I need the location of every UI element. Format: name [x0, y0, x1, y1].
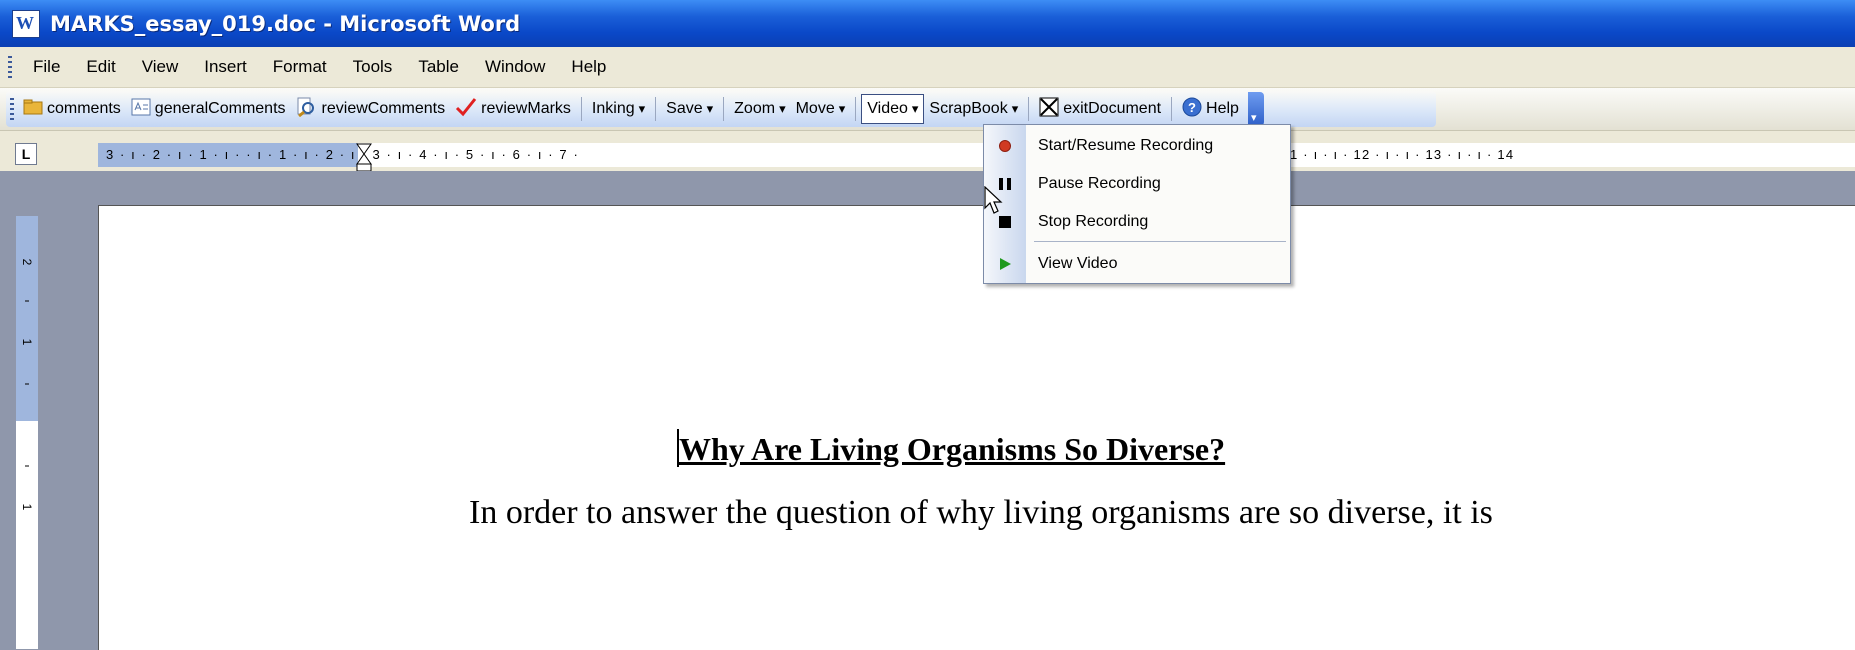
ruler-bar: L 3 · ı · 2 · ı · 1 · ı · · ı · 1 · ı · … [0, 131, 1855, 172]
svg-text:2: 2 [20, 259, 34, 266]
review-marks-button[interactable]: reviewMarks [450, 94, 576, 124]
menu-table[interactable]: Table [405, 57, 472, 77]
stop-recording-label: Stop Recording [1038, 213, 1149, 230]
exit-document-button[interactable]: exitDocument [1034, 94, 1166, 124]
title-bar[interactable]: MARKS_essay_019.doc - Microsoft Word [0, 0, 1855, 47]
svg-text:?: ? [1188, 100, 1196, 115]
custom-toolbar: comments generalComments reviewComments … [0, 88, 1855, 131]
record-icon [984, 139, 1026, 153]
scrapbook-dropdown[interactable]: ScrapBook [924, 94, 1023, 124]
folder-icon [23, 99, 43, 120]
exit-document-label: exitDocument [1063, 100, 1162, 117]
review-comments-label: reviewComments [321, 100, 446, 117]
menu-file[interactable]: File [20, 57, 73, 77]
note-icon [131, 98, 151, 121]
mouse-pointer-icon [984, 185, 1006, 221]
horizontal-ruler[interactable]: 3 · ı · 2 · ı · 1 · ı · · ı · 1 · ı · 2 … [98, 143, 1855, 172]
menu-insert[interactable]: Insert [191, 57, 260, 77]
menu-view[interactable]: View [129, 57, 192, 77]
video-dropdown[interactable]: Video [861, 94, 925, 124]
menu-bar: File Edit View Insert Format Tools Table… [0, 47, 1855, 88]
pause-recording-label: Pause Recording [1038, 175, 1161, 192]
help-icon: ? [1182, 97, 1202, 122]
menu-help[interactable]: Help [558, 57, 619, 77]
ruler-labels: 3 · ı · 2 · ı · 1 · ı · · ı · 1 · ı · 2 … [106, 147, 580, 162]
toolbar-separator [580, 97, 582, 121]
help-button[interactable]: ? Help [1177, 94, 1244, 124]
menu-tools[interactable]: Tools [340, 57, 406, 77]
toolbar-grip[interactable] [10, 98, 14, 120]
toolbar-separator [655, 97, 657, 121]
menu-window[interactable]: Window [472, 57, 558, 77]
ruler-labels-right: 1 · ı · ı · 12 · ı · ı · 13 · ı · ı · 14 [1290, 147, 1515, 162]
toolbar-separator [855, 97, 857, 121]
word-doc-icon[interactable] [12, 9, 40, 38]
start-recording-label: Start/Resume Recording [1038, 137, 1214, 154]
review-comments-button[interactable]: reviewComments [291, 94, 451, 124]
toolbar-separator [723, 97, 725, 121]
pause-recording-item[interactable]: Pause Recording [984, 165, 1290, 203]
start-recording-item[interactable]: Start/Resume Recording [984, 127, 1290, 165]
vertical-ruler[interactable]: 2 1 1 [16, 216, 38, 649]
magnifier-icon [296, 97, 318, 122]
comments-button[interactable]: comments [18, 94, 126, 124]
document-paragraph: In order to answer the question of why l… [469, 494, 1493, 531]
help-label: Help [1206, 100, 1239, 117]
window-title: MARKS_essay_019.doc - Microsoft Word [50, 11, 521, 36]
review-marks-label: reviewMarks [481, 100, 571, 117]
tab-selector[interactable]: L [15, 143, 37, 165]
menu-edit[interactable]: Edit [73, 57, 128, 77]
stop-recording-item[interactable]: Stop Recording [984, 203, 1290, 241]
video-menu: Start/Resume Recording Pause Recording S… [983, 124, 1291, 284]
menu-grip[interactable] [8, 56, 12, 78]
exit-x-icon [1039, 97, 1059, 122]
toolbar-separator [1028, 97, 1030, 121]
general-comments-button[interactable]: generalComments [126, 94, 291, 124]
menu-separator [1034, 241, 1286, 242]
general-comments-label: generalComments [154, 100, 286, 117]
view-video-label: View Video [1038, 255, 1118, 272]
document-title: Why Are Living Organisms So Diverse? [679, 431, 1226, 467]
menu-format[interactable]: Format [260, 57, 340, 77]
document-page[interactable]: Why Are Living Organisms So Diverse? In … [98, 205, 1855, 650]
svg-text:1: 1 [20, 339, 34, 346]
checkmark-icon [455, 97, 477, 122]
save-dropdown[interactable]: Save [661, 94, 718, 124]
zoom-dropdown[interactable]: Zoom [729, 94, 790, 124]
toolbar-options-button[interactable] [1247, 92, 1264, 126]
inking-dropdown[interactable]: Inking [587, 94, 650, 124]
svg-text:1: 1 [20, 504, 34, 511]
play-icon [984, 256, 1026, 272]
toolbar-separator [1171, 97, 1173, 121]
view-video-item[interactable]: View Video [984, 245, 1290, 283]
comments-label: comments [47, 100, 121, 117]
vertical-ruler-marks: 2 1 1 [20, 259, 34, 511]
move-dropdown[interactable]: Move [791, 94, 851, 124]
